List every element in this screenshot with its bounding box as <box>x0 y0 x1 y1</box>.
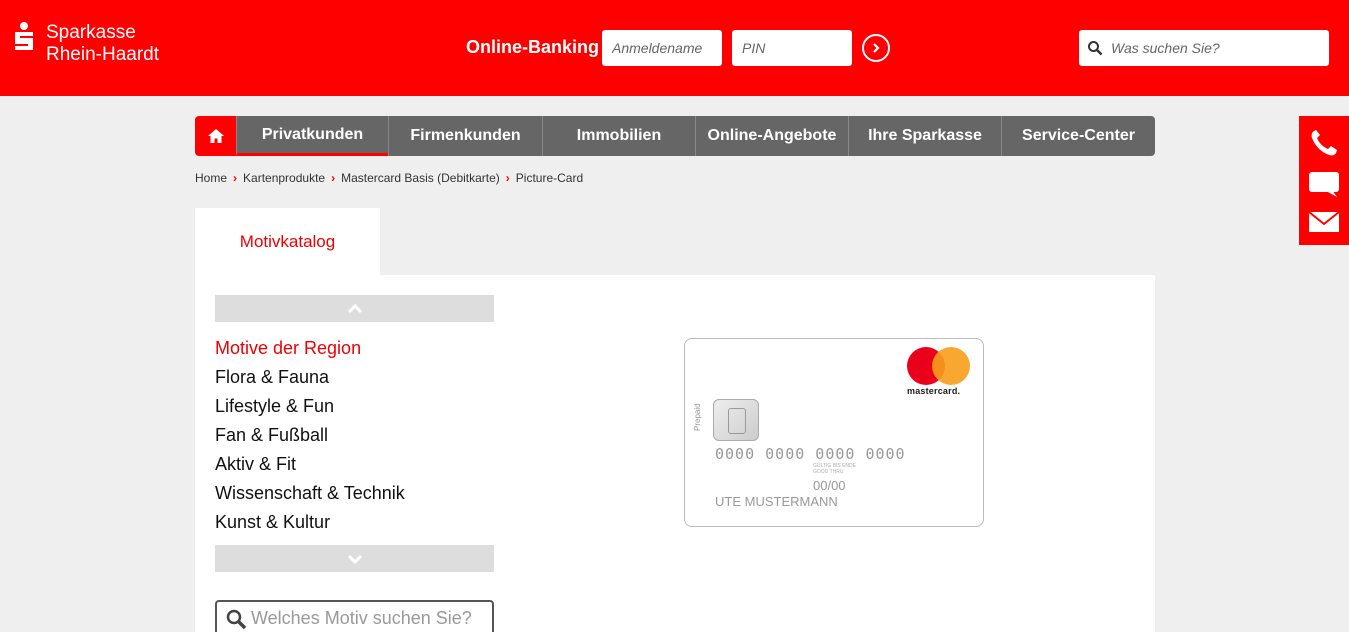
home-icon <box>207 129 224 143</box>
login-submit-button[interactable] <box>862 34 890 62</box>
nav-item-immobilien[interactable]: Immobilien <box>542 116 695 156</box>
card-number: 0000 0000 0000 0000 <box>715 445 906 463</box>
motiv-search[interactable] <box>215 600 494 632</box>
scroll-up-button[interactable] <box>215 295 494 322</box>
pin-input[interactable] <box>732 30 852 66</box>
card-holder: UTE MUSTERMANN <box>715 494 838 509</box>
site-search[interactable] <box>1079 30 1329 66</box>
tab-motivkatalog[interactable]: Motivkatalog <box>195 208 380 276</box>
card-expiry: 00/00 <box>813 478 846 493</box>
card-preview: mastercard. Prepaid 0000 0000 0000 0000 … <box>684 338 984 527</box>
mail-icon[interactable] <box>1308 211 1340 233</box>
motiv-panel: Motive der Region Flora & Fauna Lifestyl… <box>195 275 1155 632</box>
chevron-right-icon: › <box>233 171 238 185</box>
nav-item-online-angebote[interactable]: Online-Angebote <box>695 116 848 156</box>
logo-line1: Sparkasse <box>46 22 136 43</box>
category-list: Motive der Region Flora & Fauna Lifestyl… <box>215 334 405 537</box>
chevron-up-icon <box>347 303 362 313</box>
card-chip-icon <box>713 399 759 441</box>
nav-item-ihre-sparkasse[interactable]: Ihre Sparkasse <box>848 116 1001 156</box>
nav-item-privatkunden[interactable]: Privatkunden <box>236 116 388 156</box>
online-banking-label: Online-Banking <box>466 37 600 57</box>
home-button[interactable] <box>195 116 236 156</box>
breadcrumb: Home › Kartenprodukte › Mastercard Basis… <box>195 171 583 185</box>
good-thru-label: GÜLTIG BIS ENDE GOOD THRU <box>813 463 856 475</box>
contact-sidebar <box>1299 116 1349 245</box>
chevron-right-icon: › <box>505 171 510 185</box>
chevron-right-icon: › <box>331 171 336 185</box>
category-item[interactable]: Fan & Fußball <box>215 421 405 450</box>
chevron-right-icon <box>873 43 880 53</box>
category-item[interactable]: Aktiv & Fit <box>215 450 405 479</box>
sparkasse-logo[interactable]: Sparkasse Rhein-Haardt <box>12 22 159 66</box>
chat-icon[interactable] <box>1308 170 1340 198</box>
search-icon <box>1087 40 1103 61</box>
breadcrumb-kartenprodukte[interactable]: Kartenprodukte <box>243 171 325 185</box>
category-item[interactable]: Motive der Region <box>215 334 405 363</box>
motiv-search-input[interactable] <box>251 604 489 632</box>
breadcrumb-picture-card: Picture-Card <box>515 171 584 185</box>
search-icon <box>225 608 247 632</box>
username-input[interactable] <box>602 30 722 66</box>
breadcrumb-home[interactable]: Home <box>195 171 227 185</box>
category-item[interactable]: Lifestyle & Fun <box>215 392 405 421</box>
main-nav: Privatkunden Firmenkunden Immobilien Onl… <box>195 116 1155 156</box>
category-item[interactable]: Kunst & Kultur <box>215 508 405 537</box>
chevron-down-icon <box>347 554 362 564</box>
logo-line2: Rhein-Haardt <box>46 44 159 65</box>
phone-icon[interactable] <box>1308 128 1340 158</box>
site-search-input[interactable] <box>1111 30 1321 66</box>
category-item[interactable]: Flora & Fauna <box>215 363 405 392</box>
mastercard-wordmark: mastercard. <box>907 386 961 396</box>
prepaid-label: Prepaid <box>693 403 702 431</box>
category-item[interactable]: Wissenschaft & Technik <box>215 479 405 508</box>
nav-item-firmenkunden[interactable]: Firmenkunden <box>388 116 542 156</box>
sparkasse-s-icon <box>12 22 36 50</box>
breadcrumb-mastercard-basis[interactable]: Mastercard Basis (Debitkarte) <box>341 171 500 185</box>
mastercard-logo <box>907 347 971 387</box>
scroll-down-button[interactable] <box>215 545 494 572</box>
header: Sparkasse Rhein-Haardt Online-Banking <box>0 0 1349 96</box>
nav-item-service-center[interactable]: Service-Center <box>1001 116 1155 156</box>
